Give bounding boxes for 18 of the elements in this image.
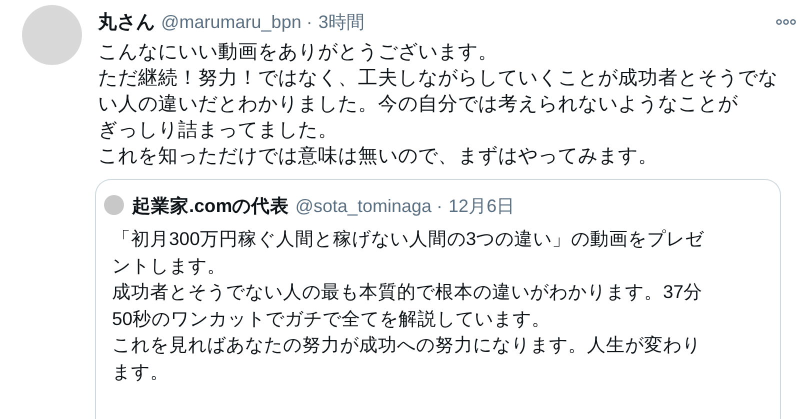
quoted-tweet-text: これを見ればあなたの努力が成功への努力になります。人生が変わります。 bbox=[112, 333, 702, 384]
tweet-text: こんなにいい動画をありがとうございます。 bbox=[98, 40, 499, 65]
author-handle[interactable]: @sota_tominaga bbox=[295, 196, 432, 216]
separator-dot: · bbox=[436, 196, 443, 216]
author-name[interactable]: 丸さん bbox=[98, 9, 155, 35]
more-options-icon[interactable] bbox=[776, 19, 796, 25]
author-name[interactable]: 起業家.comの代表 bbox=[132, 192, 290, 218]
quoted-tweet-card[interactable]: 起業家.comの代表 @sota_tominaga · 12月6日 「初月300万円稼ぐ人間と稼げない人間の3つの違い」の動画をプレゼントします。 成功者とそうでない人の最も本質的で根本の違いがわかります。37分50秒のワンカットでガチで全てを解説しています。 これを見ればあなたの努力が成功への努力になります。人生が変わります。 bbox=[95, 179, 781, 419]
quoted-tweet-text: 「初月300万円稼ぐ人間と稼げない人間の3つの違い」の動画をプレゼントします。 bbox=[112, 227, 706, 278]
tweet-text: ぎっしり詰まってました。 bbox=[98, 118, 339, 143]
avatar-picture bbox=[104, 195, 124, 215]
timestamp[interactable]: 3時間 bbox=[318, 10, 364, 34]
tweet-text: ただ継続！努力！ではなく、工夫しながらしていくことが成功者とそうでない人の違いだとわかりました。今の自分では考えられないようなことが bbox=[98, 66, 779, 117]
separator-dot: · bbox=[306, 12, 312, 33]
author-handle[interactable]: @marumaru_bpn bbox=[161, 12, 302, 33]
quoted-tweet-text: 成功者とそうでない人の最も本質的で根本の違いがわかります。37分50秒のワンカットでガチで全てを解説しています。 bbox=[112, 280, 704, 330]
timestamp[interactable]: 12月6日 bbox=[448, 194, 515, 218]
tweet-text: これを知っただけでは意味は無いので、まずはやってみます。 bbox=[98, 144, 659, 169]
